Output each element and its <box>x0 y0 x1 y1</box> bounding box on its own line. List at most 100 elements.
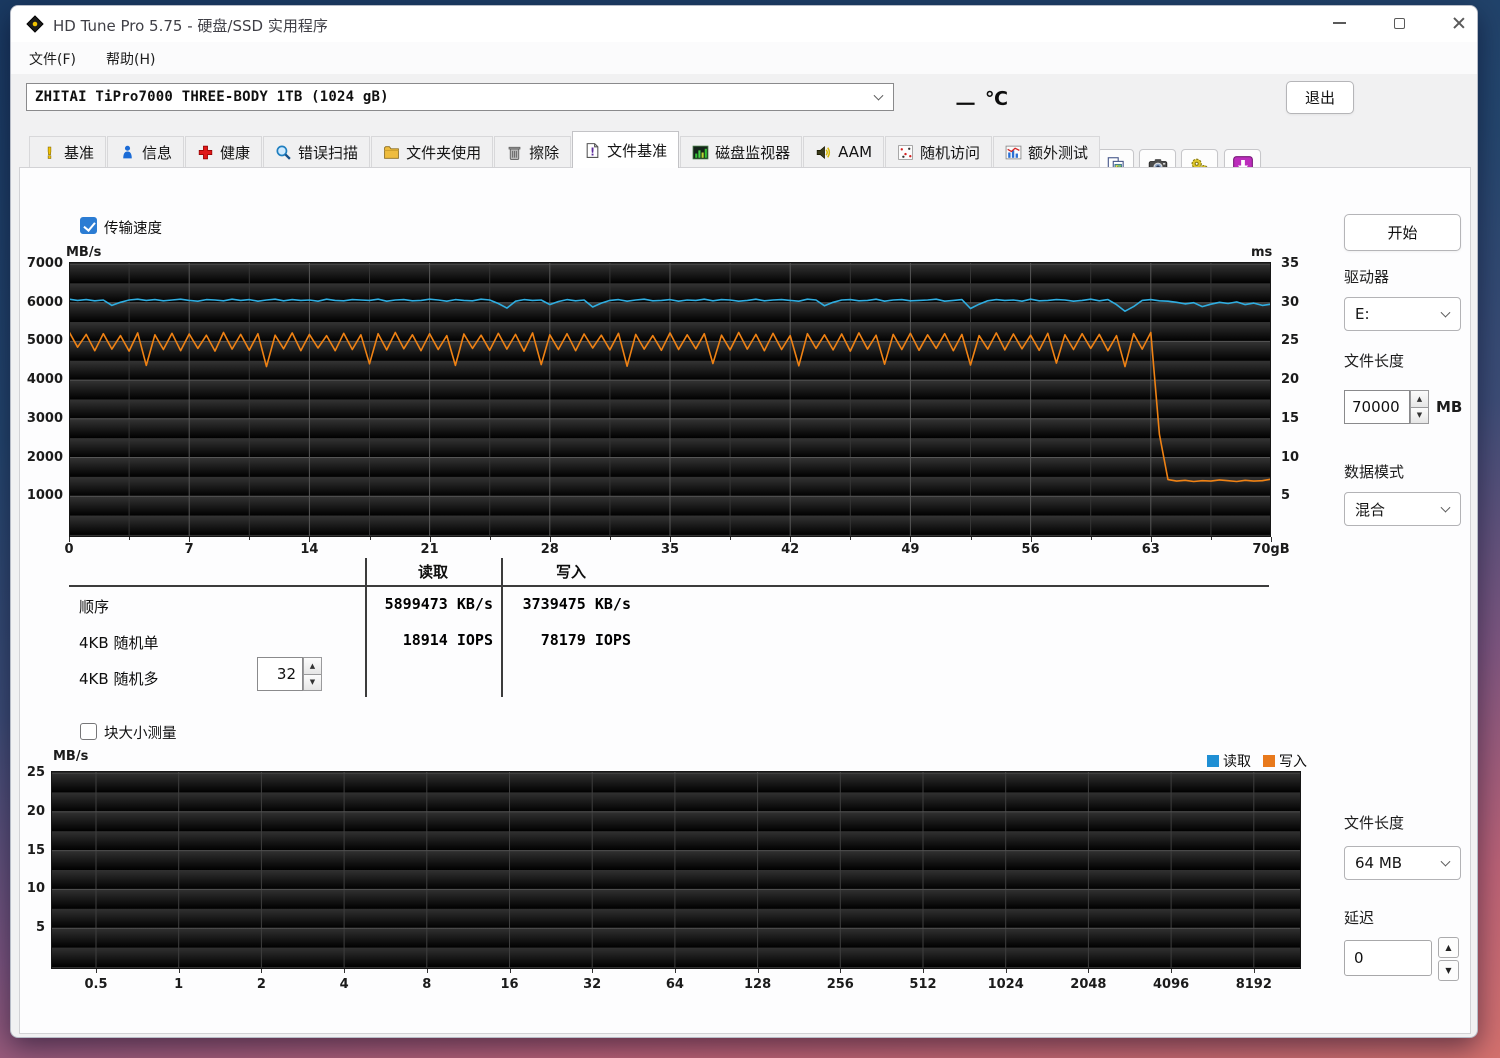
tab-info[interactable]: 信息 <box>107 136 185 167</box>
row-label-sequential: 顺序 <box>79 598 110 616</box>
block-size-chart <box>51 771 1301 987</box>
tab-random[interactable]: 随机访问 <box>885 136 993 167</box>
axis-tick <box>592 969 594 973</box>
x-axis-label-block: 512 <box>909 977 937 992</box>
x-axis-label-block: 4 <box>339 977 349 992</box>
axis-tick <box>344 969 346 973</box>
y-axis-label-left: 2000 <box>26 449 63 465</box>
data-mode-label: 数据模式 <box>1344 463 1405 481</box>
minimize-button[interactable] <box>1316 6 1362 40</box>
delay-down-button[interactable]: ▼ <box>1438 960 1459 981</box>
delay-up-button[interactable]: ▲ <box>1438 937 1459 958</box>
axis-tick <box>96 969 97 973</box>
x-axis-label: 0 <box>64 542 74 557</box>
axis-tick <box>189 537 191 542</box>
data-mode-value: 混合 <box>1355 500 1386 519</box>
title-bar: HD Tune Pro 5.75 - 硬盘/SSD 实用程序 <box>11 6 1477 42</box>
queue-depth-input[interactable]: 32 <box>257 657 303 691</box>
x-axis-label-block: 256 <box>826 977 854 992</box>
y-axis-label-right: 20 <box>1281 372 1300 388</box>
aam-icon <box>815 144 832 161</box>
extra-icon <box>1005 144 1022 161</box>
x-axis-label-block: 64 <box>665 977 684 992</box>
y-axis-label-left: 5000 <box>26 333 63 349</box>
file-length-unit: MB <box>1436 398 1463 416</box>
block-size-checkbox[interactable] <box>80 723 97 740</box>
tab-filebench[interactable]: ! 文件基准 <box>572 131 680 168</box>
y-axis-label-left: 7000 <box>26 256 63 271</box>
tab-bar: ! 基准 信息 健康 错误扫描 文件夹使用 擦除! 文件基准 磁盘监视器 AAM 随机访问 额外测试 <box>29 131 1101 168</box>
tab-bench[interactable]: ! 基准 <box>29 136 107 167</box>
y-axis-label-left: 4000 <box>26 372 63 388</box>
tab-folder[interactable]: 文件夹使用 <box>371 136 494 167</box>
tab-erase[interactable]: 擦除 <box>494 136 572 167</box>
x-axis-label: 7 <box>184 542 194 557</box>
data-mode-dropdown[interactable]: 混合 <box>1344 492 1461 526</box>
stepper-down-button[interactable]: ▼ <box>303 674 322 691</box>
file-length2-dropdown[interactable]: 64 MB <box>1344 846 1461 880</box>
chevron-down-icon <box>1440 307 1451 318</box>
legend-read-label: 读取 <box>1223 754 1251 770</box>
scan-icon <box>275 144 292 161</box>
table-divider <box>69 585 1269 587</box>
axis-tick <box>1253 969 1255 973</box>
stepper-up-button[interactable]: ▲ <box>303 657 322 675</box>
y-axis-unit-left: MB/s <box>66 245 102 260</box>
sequential-read-value: 5899473 KB/s <box>384 595 493 613</box>
drive-select-value: ZHITAI TiPro7000 THREE-BODY 1TB (1024 gB… <box>35 89 389 105</box>
tab-monitor[interactable]: 磁盘监视器 <box>680 136 803 167</box>
x-axis-label: 28 <box>540 542 559 557</box>
transfer-speed-checkbox[interactable] <box>80 217 97 234</box>
x-axis-label: 56 <box>1021 542 1040 557</box>
y-axis-label-block: 5 <box>35 920 45 936</box>
row-label-4kb-single: 4KB 随机单 <box>79 634 159 652</box>
x-axis-label: 42 <box>781 542 800 557</box>
x-axis-label-block: 32 <box>583 977 602 992</box>
x-axis-label: 21 <box>420 542 439 557</box>
tab-aam[interactable]: AAM <box>803 136 885 167</box>
stepper-down-button[interactable]: ▼ <box>1410 407 1429 424</box>
filebench-icon: ! <box>584 142 601 159</box>
tab-label: 随机访问 <box>920 143 981 162</box>
drive-select[interactable]: ZHITAI TiPro7000 THREE-BODY 1TB (1024 gB… <box>26 83 894 111</box>
x-axis-label: 63 <box>1141 542 1160 557</box>
x-axis-label-block: 1024 <box>987 977 1024 992</box>
drive-dropdown[interactable]: E: <box>1344 297 1461 331</box>
tab-label: 文件基准 <box>607 141 668 160</box>
exit-button[interactable]: 退出 <box>1286 81 1354 114</box>
x-axis-label-block: 4096 <box>1153 977 1190 992</box>
close-button[interactable] <box>1436 6 1477 40</box>
axis-tick <box>509 969 511 973</box>
tab-extra[interactable]: 额外测试 <box>993 136 1101 167</box>
y-axis-label-right: 25 <box>1281 333 1300 349</box>
tab-scan[interactable]: 错误扫描 <box>263 136 371 167</box>
window-title: HD Tune Pro 5.75 - 硬盘/SSD 实用程序 <box>53 17 328 35</box>
tab-label: 磁盘监视器 <box>715 143 791 162</box>
axis-tick <box>261 969 263 973</box>
tab-label: 健康 <box>220 143 251 162</box>
axis-tick <box>1090 537 1092 540</box>
menu-help[interactable]: 帮助(H) <box>106 49 155 69</box>
stepper-up-button[interactable]: ▲ <box>1410 390 1429 408</box>
axis-tick <box>1005 969 1007 973</box>
x-axis-label-block: 8192 <box>1235 977 1272 992</box>
menu-bar: 文件(F) 帮助(H) <box>11 42 1477 74</box>
axis-tick <box>674 969 676 973</box>
drive-dropdown-value: E: <box>1355 305 1370 323</box>
tab-label: 文件夹使用 <box>406 143 482 162</box>
x-axis-label-block: 128 <box>744 977 772 992</box>
start-button[interactable]: 开始 <box>1344 214 1461 251</box>
file-length2-value: 64 MB <box>1355 854 1403 872</box>
menu-file[interactable]: 文件(F) <box>29 49 76 69</box>
file-length-input[interactable]: 70000 <box>1344 390 1410 424</box>
maximize-button[interactable] <box>1376 6 1422 40</box>
delay-input[interactable]: 0 <box>1344 940 1432 976</box>
minimize-icon <box>1332 22 1346 24</box>
axis-tick <box>1150 537 1152 542</box>
axis-tick <box>1088 969 1090 973</box>
tab-health[interactable]: 健康 <box>185 136 263 167</box>
4kb-single-write-value: 78179 IOPS <box>540 631 631 649</box>
axis-tick <box>840 969 842 973</box>
y-axis-label-block: 10 <box>26 881 45 897</box>
y-axis-label-block: 20 <box>26 803 45 819</box>
